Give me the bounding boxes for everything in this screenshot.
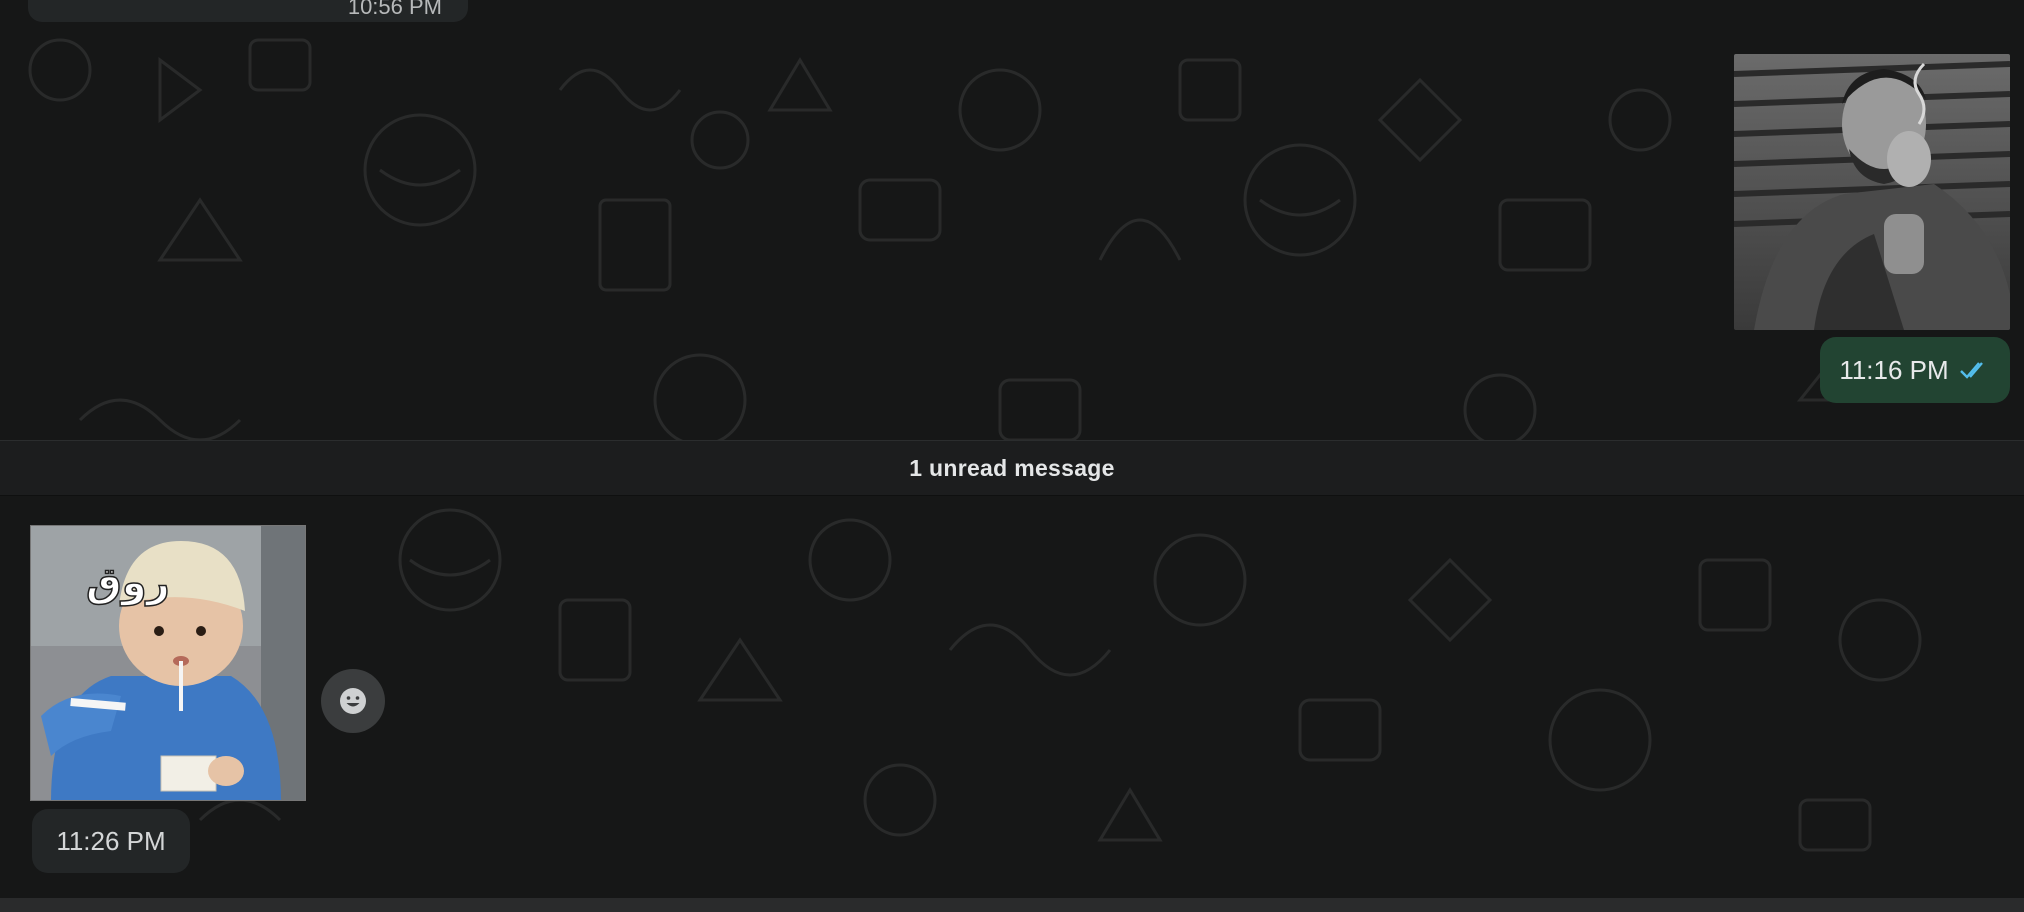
incoming-time-bubble[interactable]: 11:26 PM [32, 809, 190, 873]
react-button[interactable] [321, 669, 385, 733]
sticker-text: روق [86, 560, 170, 606]
outgoing-sticker[interactable] [1734, 54, 2010, 330]
unread-messages-divider: 1 unread message [0, 440, 2024, 496]
message-time: 11:16 PM [1839, 354, 1949, 385]
incoming-sticker[interactable]: روق [30, 525, 306, 801]
outgoing-time-bubble[interactable]: 11:16 PM [1820, 337, 2010, 403]
previous-message-bubble[interactable]: 10:56 PM [28, 0, 468, 22]
composer-edge [0, 898, 2024, 912]
double-check-icon [1959, 362, 1983, 379]
sticker-image: روق [31, 526, 305, 800]
chat-panel: 10:56 PM 11:16 PM 1 unread message روق 1… [0, 0, 2024, 898]
message-time: 11:26 PM [56, 825, 166, 856]
unread-label: 1 unread message [909, 454, 1115, 481]
message-time: 10:56 PM [347, 0, 442, 19]
sticker-image [1734, 54, 2010, 330]
emoji-smile-icon [340, 688, 366, 714]
